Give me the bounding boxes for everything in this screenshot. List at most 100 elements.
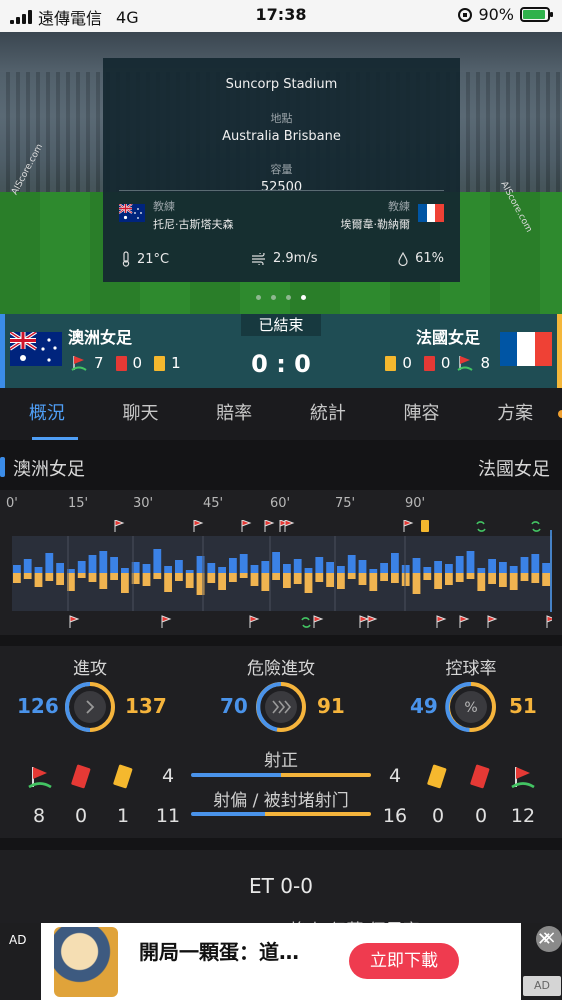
corner-event-icon — [193, 520, 204, 532]
wind-icon — [252, 252, 265, 265]
ad-title[interactable]: 開局一顆蛋：道… — [139, 936, 299, 965]
home-momentum-bar — [488, 559, 496, 573]
home-momentum-bar — [401, 565, 410, 573]
yellow-card-event-icon — [421, 520, 429, 532]
away-team-stats: 0 0 8 — [385, 354, 490, 372]
substitution-event-icon — [301, 617, 311, 628]
home-momentum-bar — [99, 551, 108, 573]
corner-event-icon — [403, 520, 414, 532]
home-momentum-bar — [520, 557, 529, 573]
tab-plans[interactable]: 方案 — [468, 388, 562, 440]
tab-bar: 概況 聊天 賠率 統計 陣容 方案 — [0, 388, 562, 440]
away-momentum-bar — [315, 573, 324, 582]
away-momentum-bar — [520, 573, 529, 581]
ad-content[interactable]: 開局一顆蛋：道… 立即下載 × AD — [41, 923, 562, 1000]
ad-label: AD — [9, 933, 27, 947]
away-corners-total: 12 — [510, 805, 536, 827]
home-team-name[interactable]: 澳洲女足 — [68, 324, 132, 348]
home-momentum-bar — [88, 555, 97, 573]
humidity-drop-icon — [398, 251, 408, 266]
away-momentum-bar — [13, 573, 21, 583]
away-yellow-cards: 0 — [402, 354, 412, 372]
away-red-cards: 0 — [440, 354, 451, 372]
home-momentum-bar — [358, 560, 367, 573]
carousel-dot[interactable] — [286, 295, 291, 300]
away-red-total: 0 — [474, 805, 488, 827]
corner-flag-icon — [511, 767, 535, 789]
home-momentum-bar — [45, 553, 54, 573]
substitution-event-icon — [531, 521, 541, 532]
timeline-tick: 90' — [405, 496, 426, 511]
tab-plans-label: 方案 — [497, 403, 534, 424]
tab-stats[interactable]: 統計 — [281, 388, 375, 440]
battery-icon — [520, 7, 553, 22]
away-yellow-total: 0 — [431, 805, 445, 827]
venue-carousel[interactable]: AIScore.com AIScore.com Suncorp Stadium … — [0, 32, 562, 314]
percent-icon: % — [464, 700, 477, 716]
away-corners: 8 — [480, 354, 490, 372]
away-momentum-bar — [121, 573, 129, 593]
carousel-dots[interactable] — [0, 295, 562, 300]
away-momentum-bar — [239, 573, 248, 578]
corner-event-icon — [459, 615, 470, 628]
carousel-dot-active[interactable] — [301, 295, 306, 300]
away-momentum-bar — [509, 573, 518, 590]
away-momentum-bar — [293, 573, 302, 584]
home-momentum-bar — [56, 563, 64, 573]
location-value: Australia Brisbane — [222, 129, 341, 144]
dangerous-attack-away: 91 — [317, 694, 345, 718]
away-momentum-bar — [56, 573, 64, 585]
corner-flag-icon — [457, 356, 474, 371]
yellow-card-icon — [113, 764, 133, 789]
away-momentum-bar — [175, 573, 183, 581]
corner-event-icon — [161, 615, 172, 628]
tab-odds[interactable]: 賠率 — [187, 388, 281, 440]
close-icon[interactable]: ✕ — [537, 929, 552, 950]
away-momentum-bar — [23, 573, 32, 579]
thermometer-icon — [122, 251, 130, 267]
home-momentum-bar — [455, 556, 464, 573]
status-bar: 遠傳電信 4G 17:38 90% — [0, 0, 562, 32]
away-momentum-bar — [369, 573, 378, 591]
on-target-home: 4 — [161, 765, 175, 787]
home-momentum-bar — [110, 557, 118, 573]
corner-event-icon — [284, 520, 295, 532]
attack-momentum-graph — [12, 520, 552, 628]
away-team-label: 法國女足 — [478, 459, 550, 480]
temperature: 21°C — [121, 251, 169, 267]
dangerous-attack-home: 70 — [220, 694, 248, 718]
away-momentum-bar — [250, 573, 259, 586]
corner-event-icon — [313, 615, 324, 628]
download-button[interactable]: 立即下載 — [349, 943, 459, 979]
away-momentum-bar — [261, 573, 270, 591]
away-momentum-bar — [326, 573, 334, 587]
away-team-name[interactable]: 法國女足 — [416, 324, 480, 348]
home-momentum-bar — [153, 549, 162, 573]
home-corners-total: 8 — [32, 805, 46, 827]
yellow-card-icon — [427, 764, 447, 789]
home-momentum-bar — [229, 558, 237, 573]
away-momentum-bar — [142, 573, 151, 586]
timeline-tick: 30' — [133, 496, 154, 511]
corner-event-icon — [487, 615, 498, 628]
away-momentum-bar — [153, 573, 162, 579]
tab-overview[interactable]: 概況 — [0, 388, 94, 440]
timeline-tick: 60' — [270, 496, 291, 511]
tab-chat[interactable]: 聊天 — [94, 388, 188, 440]
corner-event-icon — [546, 615, 552, 628]
away-momentum-bar — [110, 573, 118, 580]
yellow-card-icon — [385, 355, 397, 371]
home-momentum-bar — [337, 566, 345, 573]
away-momentum-bar — [358, 573, 367, 585]
home-momentum-bar — [77, 561, 86, 573]
home-momentum-bar — [412, 558, 421, 573]
carousel-dot[interactable] — [271, 295, 276, 300]
tab-lineup[interactable]: 陣容 — [375, 388, 469, 440]
on-target-away: 4 — [388, 765, 402, 787]
ad-game-thumbnail[interactable] — [54, 927, 118, 997]
notification-dot — [558, 410, 562, 418]
away-momentum-bar — [272, 573, 280, 580]
carousel-dot[interactable] — [256, 295, 261, 300]
ad-banner[interactable]: AD 開局一顆蛋：道… 立即下載 × AD ✕ — [0, 923, 562, 1000]
home-momentum-bar — [542, 563, 550, 573]
